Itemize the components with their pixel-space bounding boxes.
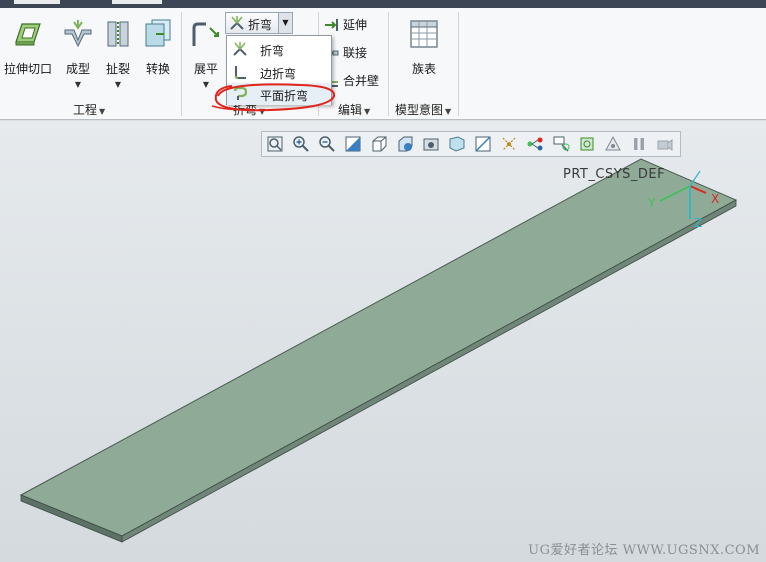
title-bar-text-fragment <box>112 0 162 4</box>
bend-icon <box>233 42 247 56</box>
window-title-bar <box>0 0 766 8</box>
chevron-down-icon: ▼ <box>364 107 371 116</box>
datum-display-icon[interactable] <box>500 135 518 153</box>
family-table-button[interactable]: 族表 <box>402 14 446 94</box>
z-axis-label: Z <box>694 216 703 230</box>
extend-icon <box>325 18 338 31</box>
title-bar-text-fragment <box>14 0 60 4</box>
family-table-icon <box>410 20 438 48</box>
y-axis-label: Y <box>648 196 656 210</box>
model-intent-group-label[interactable]: 模型意图 ▼ <box>395 101 451 118</box>
family-table-label: 族表 <box>411 62 436 76</box>
convert-icon <box>145 19 171 47</box>
ribbon: 拉伸切口 成型 ▼ 扯裂 ▼ 转换 工程 ▼ 展平 ▼ 折弯 ▼ 延伸 联接 合… <box>0 8 766 120</box>
saved-orientation-icon[interactable] <box>396 135 414 153</box>
extrude-cut-icon <box>15 23 41 46</box>
graphics-toolbar <box>261 131 681 157</box>
engineering-group-label[interactable]: 工程 ▼ <box>73 101 105 118</box>
display-style-icon[interactable] <box>370 135 388 153</box>
perspective-icon[interactable] <box>448 135 466 153</box>
repaint-icon[interactable] <box>344 135 362 153</box>
view-manager-icon[interactable] <box>422 135 440 153</box>
spin-center-icon[interactable] <box>526 135 544 153</box>
rip-button[interactable]: 扯裂 ▼ <box>96 14 140 94</box>
appearance-icon[interactable] <box>578 135 596 153</box>
menu-item-edge-bend[interactable]: 边折弯 <box>227 61 331 83</box>
extrude-cut-button[interactable]: 拉伸切口 <box>4 14 52 94</box>
bend-icon <box>230 16 244 30</box>
chevron-down-icon: ▼ <box>445 107 452 116</box>
chevron-down-icon: ▼ <box>74 80 82 89</box>
convert-button[interactable]: 转换 <box>136 14 180 94</box>
menu-item-bend[interactable]: 折弯 <box>227 38 331 60</box>
extend-button[interactable]: 延伸 <box>324 16 367 36</box>
refit-icon[interactable] <box>266 135 284 153</box>
simulation-icon[interactable] <box>604 135 622 153</box>
annotation-circle <box>211 83 336 112</box>
pause-icon[interactable] <box>630 135 648 153</box>
edit-group-label[interactable]: 编辑 ▼ <box>338 101 370 118</box>
zoom-out-icon[interactable] <box>318 135 336 153</box>
sheet-metal-plate[interactable] <box>0 121 766 562</box>
watermark: UG爱好者论坛 WWW.UGSNX.COM <box>528 543 760 558</box>
section-icon[interactable] <box>474 135 492 153</box>
group-divider <box>388 12 389 116</box>
group-divider <box>458 12 459 116</box>
csys-label: PRT_CSYS_DEF <box>563 167 666 182</box>
zoom-in-icon[interactable] <box>292 135 310 153</box>
bend-split-button[interactable]: 折弯 ▼ <box>225 12 293 34</box>
edge-bend-icon <box>234 66 246 80</box>
form-icon <box>64 20 92 48</box>
annotation-display-icon[interactable] <box>552 135 570 153</box>
named-views-icon[interactable] <box>656 135 674 153</box>
chevron-down-icon: ▼ <box>114 80 122 89</box>
x-axis-label: X <box>711 192 720 206</box>
chevron-down-icon[interactable]: ▼ <box>278 13 292 33</box>
unbend-icon <box>192 22 219 46</box>
chevron-down-icon: ▼ <box>99 107 106 116</box>
bend-split-label: 折弯 <box>248 18 273 32</box>
plate-side-edge <box>121 199 737 543</box>
form-button[interactable]: 成型 ▼ <box>56 14 100 94</box>
extrude-cut-label: 拉伸切口 <box>3 62 52 76</box>
plate-top-face <box>19 158 738 537</box>
rip-icon <box>107 21 129 47</box>
